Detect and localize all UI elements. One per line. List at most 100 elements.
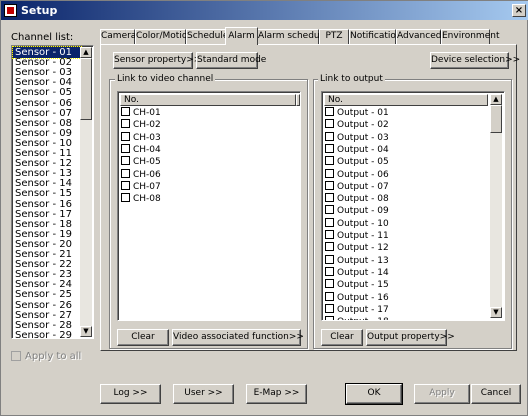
scroll-up-icon[interactable]: ▲ [80, 47, 92, 58]
channel-listbox[interactable]: Sensor - 01 Sensor - 02 Sensor - 03 Sensor … [11, 45, 94, 339]
standard-mode-button[interactable]: Standard mode [196, 52, 266, 69]
user-button[interactable]: User >> [173, 384, 234, 404]
output-row[interactable]: Output - 17 [325, 303, 389, 316]
output-row[interactable]: Output - 16 [325, 291, 389, 304]
output-row[interactable]: Output - 09 [325, 205, 389, 217]
tab-advanced[interactable]: Advanced [396, 29, 441, 44]
tab-schedule[interactable]: Schedule [186, 29, 228, 44]
video-clear-button[interactable]: Clear [117, 329, 169, 346]
output-row[interactable]: Output - 08 [325, 193, 389, 205]
device-selection-button[interactable]: Device selection>> [430, 52, 520, 69]
close-button[interactable]: × [512, 4, 526, 17]
output-row[interactable]: Output - 14 [325, 266, 389, 279]
tab-alarm-schedule[interactable]: Alarm schedule [257, 29, 328, 44]
output-row[interactable]: Output - 18 [325, 316, 389, 320]
output-clear-button[interactable]: Clear [321, 329, 363, 346]
output-column-header[interactable]: No. [324, 94, 488, 106]
checkbox[interactable] [325, 242, 334, 252]
checkbox[interactable] [325, 156, 334, 166]
sensor-property-button[interactable]: Sensor property>> [113, 52, 201, 69]
sensor-list-item[interactable]: Sensor - 29 [13, 330, 81, 338]
output-row[interactable]: Output - 03 [325, 131, 389, 144]
title-bar[interactable]: Setup × [1, 1, 528, 20]
video-channel-row[interactable]: CH-02 [121, 119, 161, 131]
checkbox[interactable] [121, 107, 130, 116]
tab-color-motion[interactable]: Color/Motion [135, 29, 193, 44]
output-scroll-up-icon[interactable]: ▲ [490, 94, 502, 105]
link-to-video-title: Link to video channel [115, 74, 216, 84]
checkbox[interactable] [325, 131, 334, 141]
output-row[interactable]: Output - 06 [325, 168, 389, 181]
video-channel-row[interactable]: CH-08 [121, 193, 161, 205]
checkbox[interactable] [325, 291, 334, 301]
output-row[interactable]: Output - 05 [325, 156, 389, 168]
tab-ptz[interactable]: PTZ [319, 29, 349, 44]
output-row[interactable]: Output - 10 [325, 217, 389, 230]
video-associated-function-button[interactable]: Video associated function>> [172, 329, 304, 346]
output-row[interactable]: Output - 04 [325, 143, 389, 156]
emap-button[interactable]: E-Map >> [246, 384, 307, 404]
apply-button[interactable]: Apply [414, 384, 470, 404]
output-row[interactable]: Output - 12 [325, 242, 389, 254]
output-list[interactable]: No. Output - 01 Output - 02 Output - 03 Out… [321, 91, 505, 321]
ok-button[interactable]: OK [345, 383, 403, 405]
cancel-button[interactable]: Cancel [471, 384, 521, 404]
video-channel-list[interactable]: No. CH-01 CH-02 CH-03 CH-04 CH-05 CH-06 CH-07 C… [117, 91, 301, 321]
video-channel-row[interactable]: CH-01 [121, 107, 161, 119]
log-button[interactable]: Log >> [100, 384, 161, 404]
output-row-label: Output - 09 [337, 206, 389, 217]
output-row-label: Output - 02 [337, 120, 389, 131]
checkbox[interactable] [121, 131, 130, 141]
output-scroll-thumb[interactable] [490, 105, 502, 133]
output-row[interactable]: Output - 13 [325, 254, 389, 267]
checkbox[interactable] [121, 168, 130, 178]
scroll-thumb[interactable] [80, 58, 92, 120]
checkbox[interactable] [325, 266, 334, 276]
checkbox[interactable] [121, 143, 130, 153]
output-row[interactable]: Output - 15 [325, 279, 389, 291]
output-row-label: Output - 12 [337, 243, 389, 254]
checkbox[interactable] [325, 279, 334, 289]
tab-camera[interactable]: Camera [100, 29, 136, 44]
checkbox[interactable] [325, 217, 334, 227]
output-row[interactable]: Output - 07 [325, 180, 389, 193]
checkbox[interactable] [325, 168, 334, 178]
tab-notification[interactable]: Notification [349, 29, 402, 44]
output-row-label: Output - 15 [337, 280, 389, 291]
checkbox[interactable] [325, 180, 334, 190]
video-channel-row[interactable]: CH-05 [121, 156, 161, 168]
scroll-down-icon[interactable]: ▼ [80, 326, 92, 337]
checkbox[interactable] [121, 180, 130, 190]
output-list-scrollbar[interactable]: ▲ ▼ [490, 94, 502, 318]
video-channel-row[interactable]: CH-06 [121, 168, 161, 181]
output-row[interactable]: Output - 11 [325, 230, 389, 242]
tab-alarm[interactable]: Alarm [225, 27, 258, 45]
checkbox[interactable] [325, 303, 334, 313]
tab-environment[interactable]: Environment [441, 29, 499, 44]
output-row-label: Output - 04 [337, 144, 389, 155]
output-scroll-down-icon[interactable]: ▼ [490, 307, 502, 318]
video-column-header[interactable]: No. [120, 94, 296, 106]
output-row[interactable]: Output - 01 [325, 107, 389, 119]
checkbox[interactable] [325, 316, 334, 320]
checkbox[interactable] [121, 156, 130, 166]
checkbox[interactable] [325, 119, 334, 129]
output-row-label: Output - 03 [337, 132, 389, 143]
checkbox[interactable] [325, 193, 334, 203]
checkbox[interactable] [325, 254, 334, 264]
checkbox[interactable] [325, 107, 334, 116]
video-channel-row[interactable]: CH-07 [121, 180, 161, 193]
checkbox[interactable] [121, 193, 130, 203]
checkbox[interactable] [325, 143, 334, 153]
output-property-button[interactable]: Output property>> [366, 329, 455, 346]
checkbox[interactable] [325, 205, 334, 215]
apply-to-all-checkbox[interactable] [11, 351, 21, 361]
checkbox[interactable] [325, 230, 334, 239]
link-to-output-title: Link to output [318, 74, 385, 84]
alarm-tab-panel: Sensor property>> Standard mode Device s… [100, 44, 520, 351]
video-channel-row[interactable]: CH-04 [121, 143, 161, 156]
video-channel-row[interactable]: CH-03 [121, 131, 161, 144]
checkbox[interactable] [121, 119, 130, 129]
output-row[interactable]: Output - 02 [325, 119, 389, 131]
channel-list-scrollbar[interactable]: ▲ ▼ [80, 47, 92, 337]
